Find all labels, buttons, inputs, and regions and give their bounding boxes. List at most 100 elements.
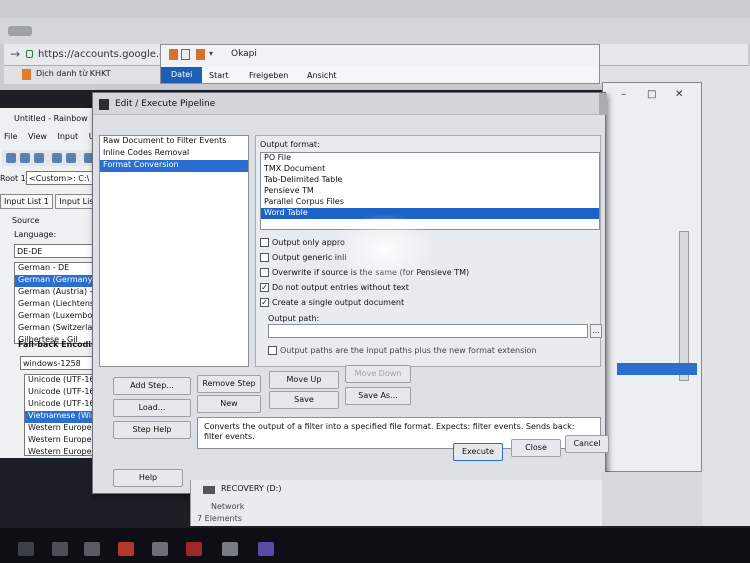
tab-datei[interactable]: Datei (161, 67, 203, 83)
status-element-count: 7 Elements (197, 514, 242, 523)
pipeline-step-item[interactable]: Raw Document to Filter Events (100, 136, 248, 148)
search-icon[interactable] (52, 542, 68, 556)
explorer-title: Okapi (231, 49, 257, 59)
output-format-item[interactable]: TMX Document (261, 164, 599, 175)
close-icon[interactable]: ✕ (675, 89, 683, 100)
option-label: Output generic inli (272, 253, 347, 262)
title-scrollbar (599, 93, 607, 115)
close-button[interactable]: Close (511, 439, 561, 457)
save-as-button[interactable]: Save As... (345, 387, 411, 405)
output-format-item[interactable]: Parallel Corpus Files (261, 197, 599, 208)
option-label: Create a single output document (272, 298, 405, 307)
tab-freigeben[interactable]: Freigeben (243, 69, 294, 82)
app-icon (99, 99, 109, 110)
option-label: Do not output entries without text (272, 283, 409, 292)
output-format-label: Output format: (260, 140, 320, 149)
taskbar (0, 528, 750, 563)
help-button[interactable]: Help (113, 469, 183, 487)
checkbox-checked[interactable]: ✓ (260, 298, 269, 307)
remove-step-button[interactable]: Remove Step (197, 375, 261, 393)
scrollbar[interactable] (679, 231, 689, 381)
network-item[interactable]: Network (211, 502, 244, 511)
start-icon[interactable] (18, 542, 34, 556)
tab-input-list-1[interactable]: Input List 1 (0, 194, 53, 209)
rainbow-app-icon[interactable] (258, 542, 274, 556)
bookmark-item[interactable]: Dịch danh từ KHKT (36, 69, 111, 78)
load-button[interactable]: Load... (113, 399, 191, 417)
output-paths-hint[interactable]: Output paths are the input paths plus th… (268, 346, 536, 355)
edit-icon[interactable] (52, 153, 62, 163)
option-label: Output only appro (272, 238, 345, 247)
background-panel-bottom (602, 472, 702, 526)
tab-ansicht[interactable]: Ansicht (301, 69, 343, 82)
back-arrow-icon[interactable]: → (10, 47, 20, 61)
output-format-list[interactable]: PO File TMX Document Tab-Delimited Table Pe… (260, 152, 600, 230)
output-path-input[interactable] (268, 324, 588, 338)
drive-icon (203, 486, 215, 494)
checkbox-checked[interactable]: ✓ (260, 283, 269, 292)
browser-tab[interactable] (8, 26, 32, 36)
pipeline-steps-list[interactable]: Raw Document to Filter Events Inline Code… (99, 135, 249, 367)
source-group-label: Source (12, 216, 40, 225)
output-format-item[interactable]: Tab-Delimited Table (261, 175, 599, 186)
drive-item[interactable]: RECOVERY (D:) (221, 484, 281, 493)
move-down-button[interactable]: Move Down (345, 365, 411, 383)
option-single-output-document[interactable]: ✓ Create a single output document (260, 298, 404, 307)
opera-icon[interactable] (186, 542, 202, 556)
minimize-icon[interactable]: – (621, 89, 626, 100)
option-skip-entries-without-text[interactable]: ✓ Do not output entries without text (260, 283, 409, 292)
tools-icon[interactable] (66, 153, 76, 163)
checkbox[interactable] (260, 268, 269, 277)
pipeline-step-item[interactable]: Format Conversion (100, 160, 248, 172)
move-up-button[interactable]: Move Up (269, 371, 339, 389)
dialog-titlebar: Edit / Execute Pipeline (93, 93, 607, 115)
output-format-item[interactable]: PO File (261, 153, 599, 164)
folder-icon[interactable] (169, 49, 178, 60)
browser-tab-strip (0, 18, 750, 44)
pipeline-step-item[interactable]: Inline Codes Removal (100, 148, 248, 160)
cancel-button[interactable]: Cancel (565, 435, 609, 453)
menu-view[interactable]: View (28, 132, 47, 141)
mail-icon[interactable] (152, 542, 168, 556)
option-output-generic-inline[interactable]: Output generic inli (260, 253, 347, 262)
save-icon[interactable] (20, 153, 30, 163)
task-view-icon[interactable] (84, 542, 100, 556)
properties-icon[interactable] (181, 49, 190, 60)
selected-row[interactable] (617, 363, 697, 375)
explorer-navigation: RECOVERY (D:) Network 7 Elements (190, 480, 602, 526)
output-format-item[interactable]: Pensieve TM (261, 186, 599, 197)
step-help-button[interactable]: Step Help (113, 421, 191, 439)
menu-file[interactable]: File (4, 132, 17, 141)
option-overwrite-same-source[interactable]: Overwrite if source is the same (for Pen… (260, 268, 469, 277)
browser-icon[interactable] (118, 542, 134, 556)
option-label: Overwrite if source is the same (for Pen… (272, 268, 470, 277)
new-button[interactable]: New (197, 395, 261, 413)
checkbox[interactable] (260, 253, 269, 262)
background-window: – □ ✕ (602, 82, 702, 472)
lock-icon (26, 50, 33, 58)
output-path-label: Output path: (268, 314, 320, 323)
root-label: Root 1: (0, 174, 29, 183)
save-all-icon[interactable] (34, 153, 44, 163)
hint-label: Output paths are the input paths plus th… (280, 346, 537, 355)
save-button[interactable]: Save (269, 391, 339, 409)
add-step-button[interactable]: Add Step... (113, 377, 191, 395)
open-icon[interactable] (6, 153, 16, 163)
option-output-only-approved[interactable]: Output only appro (260, 238, 345, 247)
dialog-title: Edit / Execute Pipeline (115, 99, 216, 109)
pipeline-dialog: Edit / Execute Pipeline Raw Document to … (92, 92, 609, 494)
maximize-icon[interactable]: □ (647, 89, 656, 100)
new-folder-icon[interactable] (196, 49, 205, 60)
chevron-down-icon[interactable]: ▾ (209, 49, 218, 60)
browse-button[interactable]: ... (590, 324, 602, 338)
app-icon[interactable] (222, 542, 238, 556)
ribbon-tabs: Datei Start Freigeben Ansicht (161, 67, 599, 83)
menu-input[interactable]: Input (57, 132, 78, 141)
execute-button[interactable]: Execute (453, 443, 503, 461)
checkbox[interactable] (268, 346, 277, 355)
output-format-item[interactable]: Word Table (261, 208, 599, 219)
checkbox[interactable] (260, 238, 269, 247)
background-panel (702, 66, 750, 526)
tab-start[interactable]: Start (203, 69, 235, 82)
bookmark-folder-icon (22, 69, 31, 80)
